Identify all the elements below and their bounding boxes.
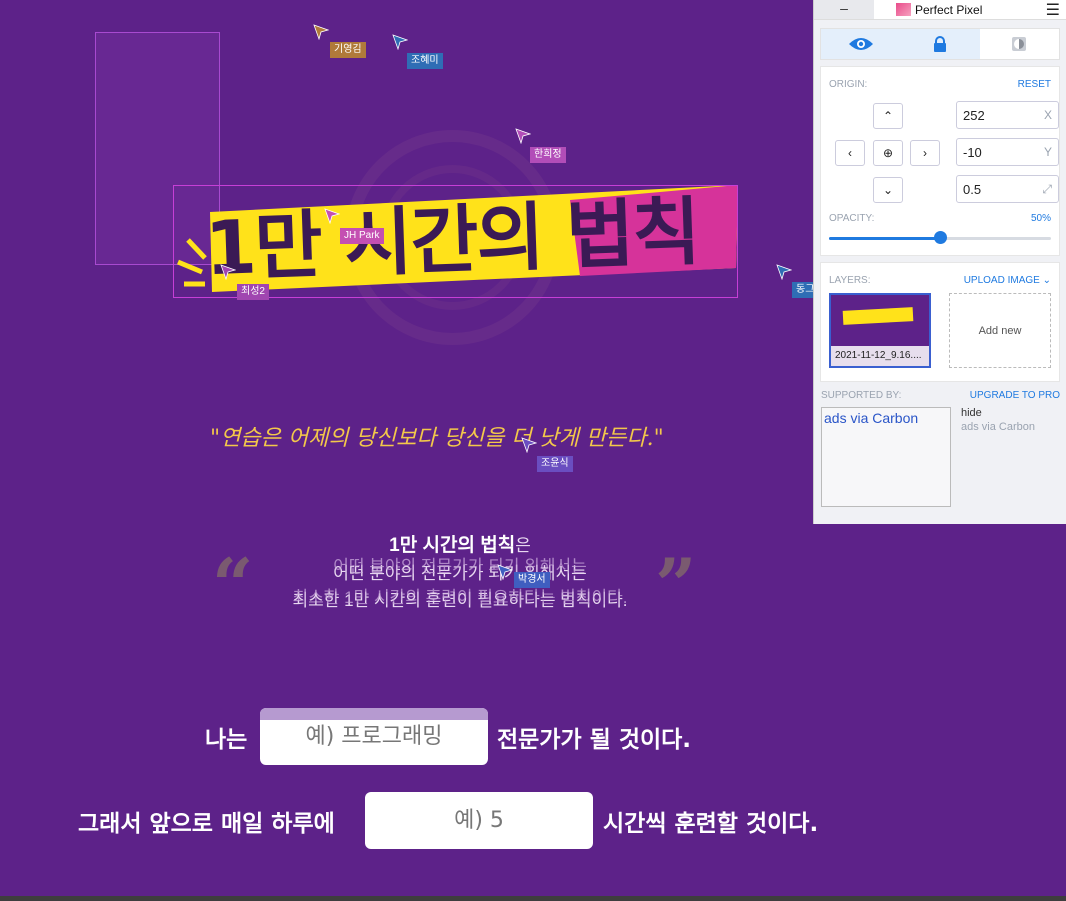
minimize-button[interactable]: –: [814, 0, 874, 19]
quote-text: "연습은 어제의 당신보다 당신을 더 낫게 만든다.": [210, 426, 664, 451]
lock-icon: [933, 36, 946, 52]
ads-via-text: ads via Carbon: [961, 421, 1035, 433]
paragraph-ghost: 어떤 분야의 전문가가 되기 위해서는 최소한 1만 시간의 훈련이 필요하다는…: [230, 552, 690, 608]
chevron-right-icon: ›: [923, 146, 927, 160]
visibility-toggle[interactable]: [821, 29, 901, 59]
perfect-pixel-logo-icon: [896, 3, 911, 16]
guide-box-title: [173, 185, 738, 298]
cursor-arrow-icon: [324, 208, 340, 224]
mode-bar: [820, 28, 1060, 60]
chevron-down-icon: ⌄: [1042, 275, 1051, 286]
cursor-label: 조혜미: [407, 53, 443, 69]
line2-suffix: 시간씩 훈련할 것이다.: [603, 811, 819, 837]
cursor-label: 박경서: [514, 572, 550, 588]
line1-suffix: 전문가가 될 것이다.: [497, 727, 692, 753]
opacity-label: OPACITY:: [829, 213, 875, 224]
move-left-button[interactable]: ‹: [835, 140, 865, 166]
opacity-track: [829, 231, 1051, 244]
cursor-label: 조윤식: [537, 456, 573, 472]
y-field[interactable]: -10 Y: [956, 138, 1059, 166]
cursor-label: 기영김: [330, 42, 366, 58]
hours-input[interactable]: [365, 792, 593, 849]
invert-toggle[interactable]: [980, 29, 1059, 59]
cursor-arrow-icon: [497, 564, 513, 580]
scale-value: 0.5: [963, 181, 982, 197]
upload-image-button[interactable]: UPLOAD IMAGE ⌄: [964, 275, 1051, 286]
chevron-up-icon: ⌃: [882, 109, 894, 123]
layers-section: LAYERS: UPLOAD IMAGE ⌄ 2021-11-12_9.16..…: [820, 262, 1060, 382]
reset-button[interactable]: RESET: [1018, 79, 1051, 90]
opacity-slider[interactable]: [829, 231, 1051, 244]
opacity-fill: [829, 237, 940, 240]
ad-image[interactable]: ads via Carbon: [821, 407, 951, 507]
opacity-value: 50%: [1030, 213, 1051, 224]
upgrade-link[interactable]: UPGRADE TO PRO: [970, 390, 1060, 401]
brand-name: Perfect Pixel: [915, 2, 983, 17]
move-down-button[interactable]: ⌄: [873, 177, 903, 203]
layer-thumbnail[interactable]: 2021-11-12_9.16....: [829, 293, 931, 368]
panel-topbar: – Perfect Pixel ☰: [814, 0, 1066, 20]
x-unit: X: [1043, 108, 1052, 122]
center-icon: ⊕: [882, 146, 894, 160]
cursor-arrow-icon: [515, 128, 531, 144]
y-value: -10: [963, 144, 982, 160]
origin-section: ORIGIN: RESET ⌃ ‹ ⊕ › ⌄ 252 X -10 Y 0.5 …: [820, 66, 1060, 256]
para-ghost-line1: 어떤 분야의 전문가가 되기 위해서는: [333, 557, 587, 576]
field-input[interactable]: [260, 708, 488, 765]
contrast-icon: [1012, 37, 1027, 51]
eye-icon: [848, 38, 873, 50]
center-button[interactable]: ⊕: [873, 140, 903, 166]
supported-section: SUPPORTED BY: UPGRADE TO PRO ads via Car…: [814, 382, 1066, 517]
cursor-label: JH Park: [340, 228, 384, 244]
move-right-button[interactable]: ›: [910, 140, 940, 166]
cursor-arrow-icon: [521, 437, 537, 453]
line1-prefix: 나는: [205, 727, 248, 753]
cursor-label: 최성2: [237, 284, 269, 300]
line2-prefix: 그래서 앞으로 매일 하루에: [78, 811, 335, 837]
scale-field[interactable]: 0.5 ⤢: [956, 175, 1059, 203]
bottom-strip: [0, 896, 1066, 901]
chevron-left-icon: ‹: [848, 146, 852, 160]
x-value: 252: [963, 107, 985, 123]
cursor-label: 한희정: [530, 147, 566, 163]
upload-label: UPLOAD IMAGE: [963, 275, 1040, 286]
hamburger-icon[interactable]: ☰: [1046, 0, 1060, 20]
opacity-knob[interactable]: [934, 231, 947, 244]
x-field[interactable]: 252 X: [956, 101, 1059, 129]
thumb-banner: [842, 307, 914, 325]
cursor-arrow-icon: [776, 264, 792, 280]
hide-ad-link[interactable]: hide: [961, 407, 982, 419]
add-new-layer[interactable]: Add new: [949, 293, 1051, 368]
layers-label: LAYERS:: [829, 275, 871, 286]
resize-icon: ⤢: [1042, 181, 1052, 196]
perfect-pixel-panel: – Perfect Pixel ☰ ORIGIN: RESET ⌃ ‹ ⊕ › …: [813, 0, 1066, 524]
layer-name: 2021-11-12_9.16....: [831, 346, 929, 366]
para-ghost-line2: 최소한 1만 시간의 훈련이 필요하다는 법칙이다.: [292, 588, 628, 607]
y-unit: Y: [1043, 145, 1052, 159]
origin-label: ORIGIN:: [829, 79, 868, 90]
move-up-button[interactable]: ⌃: [873, 103, 903, 129]
chevron-down-icon: ⌄: [882, 183, 894, 197]
line1-input-wrap: [260, 708, 488, 765]
lock-toggle[interactable]: [900, 29, 980, 59]
cursor-arrow-icon: [392, 34, 408, 50]
supported-label: SUPPORTED BY:: [821, 390, 902, 401]
cursor-arrow-icon: [220, 264, 236, 280]
cursor-arrow-icon: [313, 24, 329, 40]
